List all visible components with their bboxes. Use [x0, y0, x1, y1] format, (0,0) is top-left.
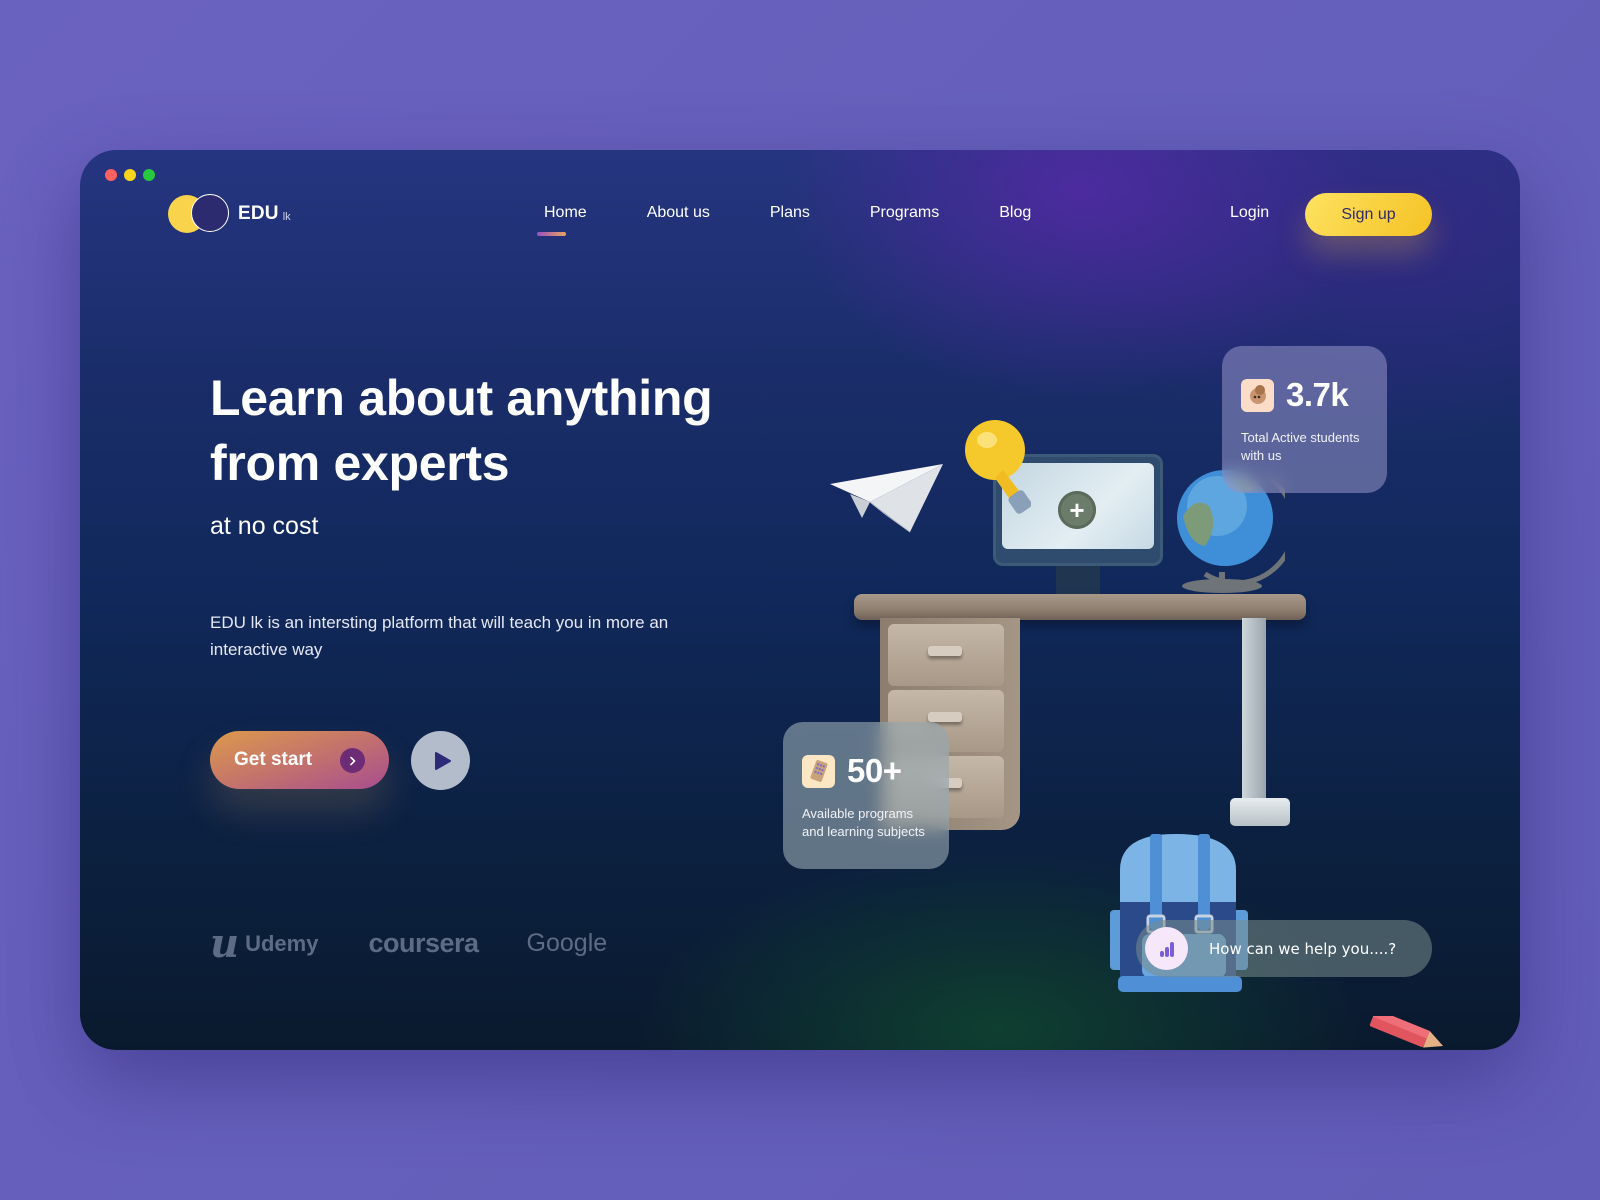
pencil-icon	[1369, 1016, 1444, 1048]
brand-logo[interactable]: EDU lk	[168, 194, 291, 234]
hero-title-line-1: Learn about anything	[210, 370, 713, 426]
hero-description: EDU lk is an intersting platform that wi…	[210, 613, 669, 659]
programs-stat-card: 50+ Available programs and learning subj…	[783, 722, 949, 869]
paper-plane-icon	[830, 464, 943, 533]
maximize-window-button[interactable]	[143, 169, 155, 181]
login-link[interactable]: Login	[1230, 204, 1269, 222]
chevron-right-icon	[340, 748, 365, 773]
light-bulb-icon	[965, 420, 1031, 514]
calculator-icon	[802, 754, 835, 788]
minimize-window-button[interactable]	[124, 169, 136, 181]
help-chat-text: How can we help you....?	[1209, 939, 1397, 958]
programs-stat-label: Available programs and learning subjects	[802, 806, 925, 839]
close-window-button[interactable]	[105, 169, 117, 181]
nav-programs[interactable]: Programs	[870, 204, 939, 222]
student-avatar-icon	[1241, 378, 1274, 412]
hero-title-line-2: from experts	[210, 435, 510, 491]
coursera-logo: coursera	[368, 928, 479, 958]
desk-leg	[1230, 618, 1290, 828]
nav-plans[interactable]: Plans	[770, 204, 810, 222]
google-logo: Google	[526, 929, 608, 957]
students-stat-label: Total Active students with us	[1241, 430, 1360, 463]
nav-home[interactable]: Home	[537, 204, 587, 236]
partner-logos: u Udemy coursera Google	[210, 920, 607, 967]
window-controls	[105, 169, 155, 181]
students-stat-card: 3.7k Total Active students with us	[1222, 346, 1387, 493]
nav-about-us[interactable]: About us	[647, 204, 710, 222]
main-nav: Home About us Plans Programs Blog	[537, 204, 1031, 236]
programs-stat-value: 50+	[847, 752, 902, 789]
play-video-button[interactable]	[411, 731, 470, 790]
help-chat-button[interactable]: How can we help you....?	[1136, 920, 1432, 977]
nav-blog[interactable]: Blog	[999, 204, 1031, 222]
bar-chart-icon	[1145, 927, 1188, 970]
students-stat-value: 3.7k	[1286, 376, 1349, 413]
play-icon	[434, 751, 451, 770]
get-start-label: Get start	[234, 749, 313, 770]
signup-button[interactable]: Sign up	[1305, 193, 1432, 236]
get-start-button[interactable]: Get start	[210, 731, 389, 789]
desk-top	[854, 594, 1306, 620]
brand-name: EDU	[238, 203, 279, 224]
hero-subtitle: at no cost	[210, 512, 319, 540]
brand-suffix: lk	[282, 211, 291, 223]
udemy-logo: u Udemy	[210, 920, 319, 967]
logo-circles-icon	[168, 194, 230, 234]
app-window: EDU lk Home About us Plans Programs Blog…	[80, 150, 1520, 1050]
udemy-mark-icon: u	[210, 920, 240, 967]
